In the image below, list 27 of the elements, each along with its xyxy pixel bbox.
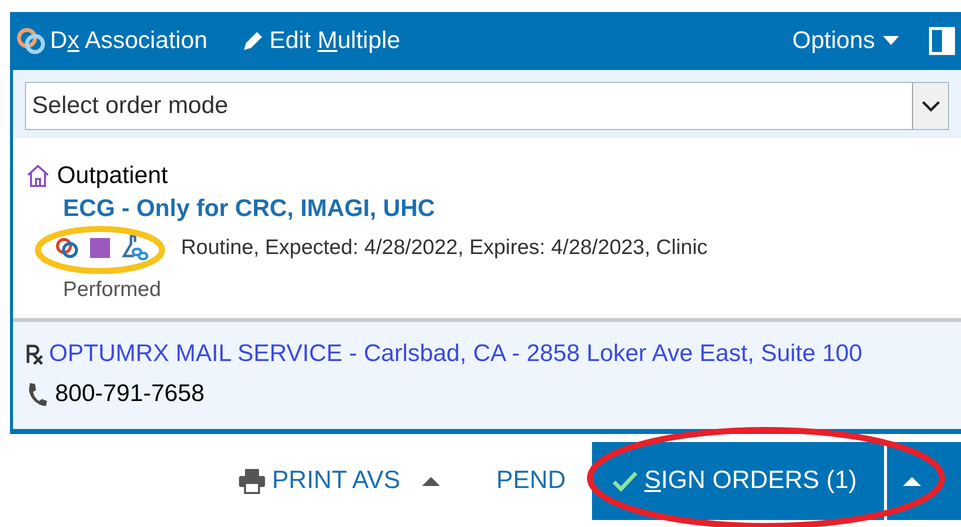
phone-number: 800-791-7658	[55, 379, 204, 409]
order-mode-dropdown[interactable]: Select order mode	[25, 82, 949, 130]
encounter-label: Outpatient	[57, 161, 168, 191]
print-avs-button[interactable]: PRINT AVS	[238, 462, 440, 500]
caret-up-icon	[903, 476, 922, 486]
order-status: Performed	[63, 278, 162, 302]
caret-up-icon	[422, 476, 440, 486]
linked-rings-icon	[16, 26, 46, 56]
edit-multiple-button[interactable]: Edit Multiple	[241, 23, 400, 59]
rx-icon	[25, 343, 45, 365]
order-title-link[interactable]: ECG - Only for CRC, IMAGI, UHC	[63, 194, 961, 224]
house-icon	[25, 163, 51, 189]
options-button[interactable]: Options	[792, 23, 899, 59]
chevron-down-icon	[920, 100, 940, 112]
sidebar-toggle-icon[interactable]	[929, 27, 955, 55]
dx-association-button[interactable]: Dx Association	[16, 23, 208, 59]
caret-down-icon	[883, 36, 899, 46]
linked-rings-icon	[55, 236, 79, 260]
flask-link-icon	[121, 234, 149, 262]
square-icon	[89, 236, 111, 259]
printer-icon	[238, 468, 266, 494]
order-details: Routine, Expected: 4/28/2022, Expires: 4/28/2023, Clinic	[181, 235, 708, 261]
checkmark-icon	[612, 470, 638, 492]
sign-orders-button[interactable]: SIGN ORDERS (1)	[592, 442, 884, 520]
pharmacy-link[interactable]: OPTUMRX MAIL SERVICE - Carlsbad, CA - 2858 Loker Ave East, Suite 100	[49, 336, 862, 372]
pend-button[interactable]: PEND	[496, 462, 592, 500]
dropdown-placeholder: Select order mode	[31, 91, 230, 121]
